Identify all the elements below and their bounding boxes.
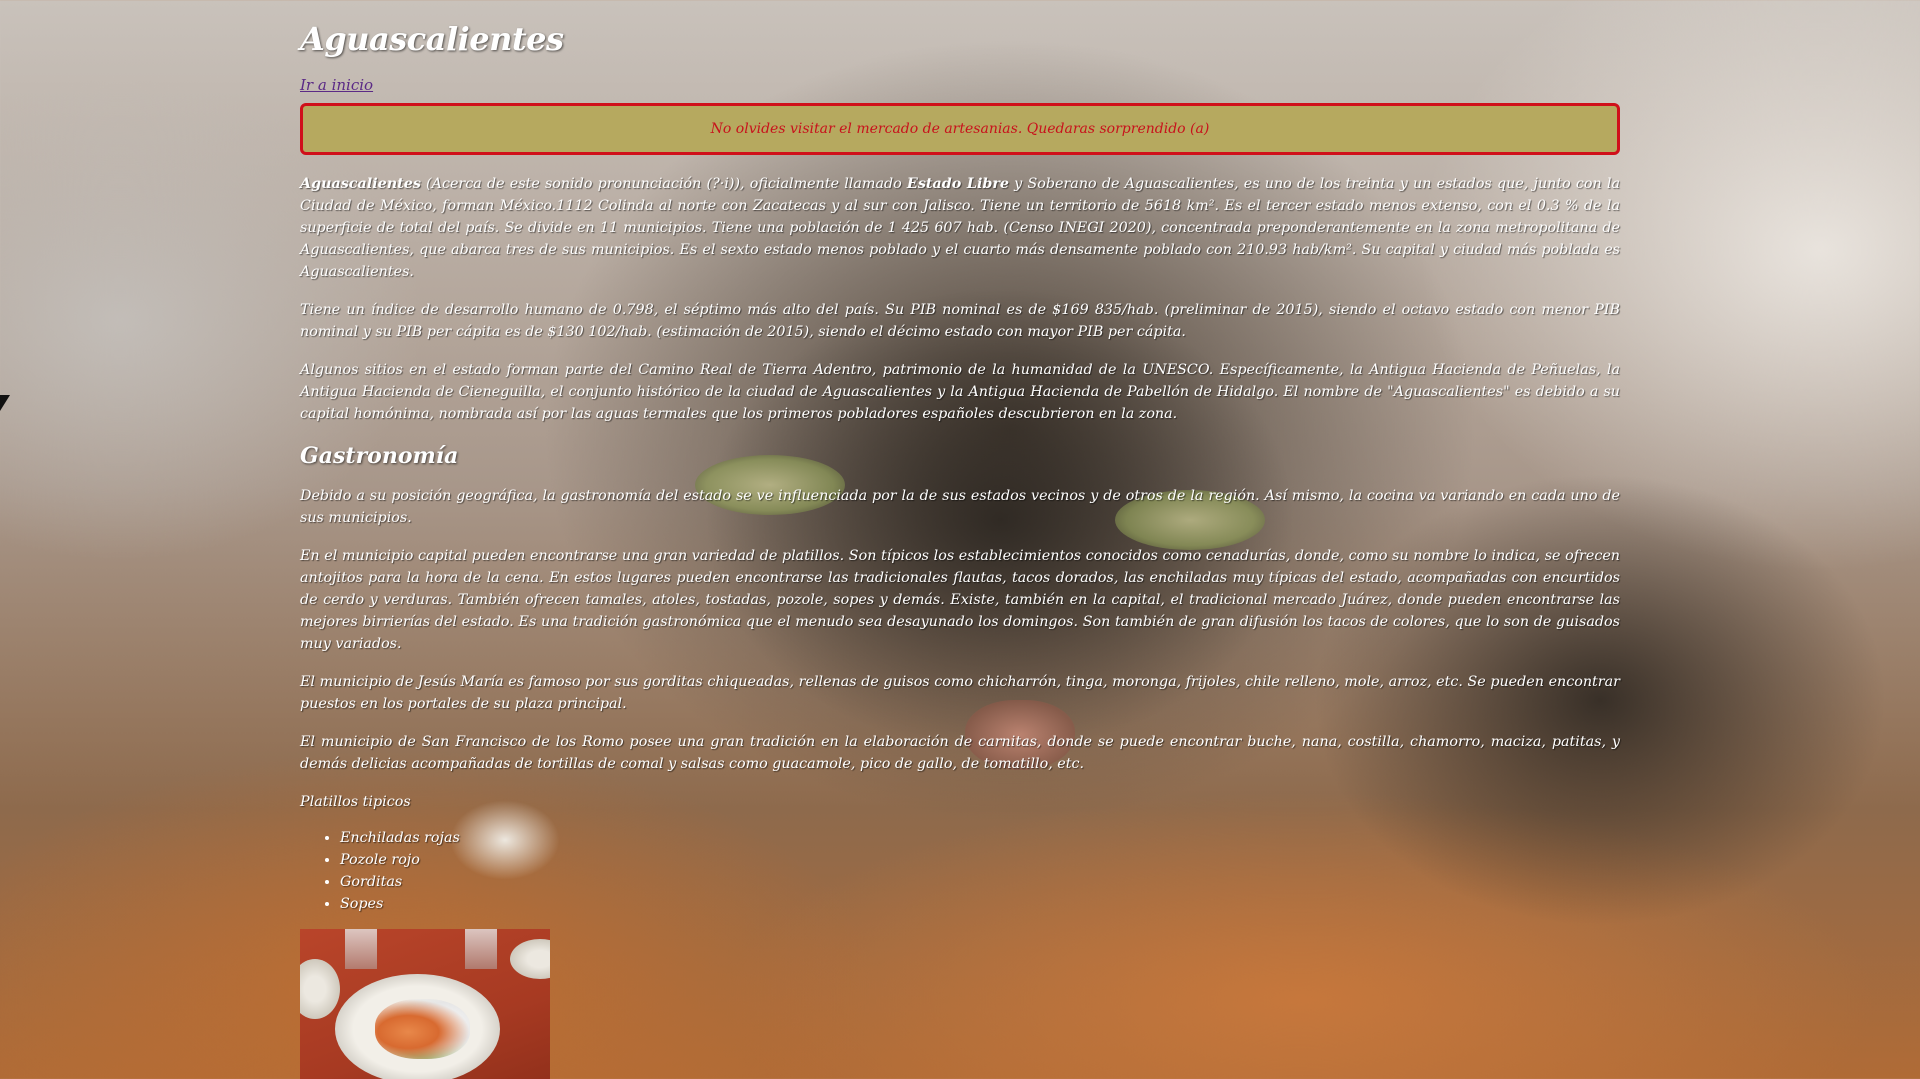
dish-photo xyxy=(300,929,550,1079)
platillos-list: Enchiladas rojas Pozole rojo Gorditas So… xyxy=(300,827,1620,915)
page-title: Aguascalientes xyxy=(300,20,564,58)
gastronomia-paragraph-3: El municipio de Jesús María es famoso po… xyxy=(300,674,1620,712)
glass-shape xyxy=(465,929,497,969)
mouse-cursor-icon xyxy=(0,395,10,411)
gastronomia-paragraph-2: En el municipio capital pueden encontrar… xyxy=(300,548,1620,652)
alert-banner: No olvides visitar el mercado de artesan… xyxy=(300,103,1620,155)
intro-paragraph-3: Algunos sitios en el estado forman parte… xyxy=(300,362,1620,422)
list-item: Pozole rojo xyxy=(340,849,1620,871)
list-item: Sopes xyxy=(340,893,1620,915)
home-link[interactable]: Ir a inicio xyxy=(300,76,373,94)
gastronomia-paragraph-1: Debido a su posición geográfica, la gast… xyxy=(300,488,1620,526)
list-item: Enchiladas rojas xyxy=(340,827,1620,849)
side-plate-shape xyxy=(510,939,550,979)
food-shape xyxy=(375,999,470,1059)
main-content: Aguascalientes Ir a inicio No olvides vi… xyxy=(300,0,1620,1079)
gastronomia-paragraph-4: El municipio de San Francisco de los Rom… xyxy=(300,734,1620,772)
list-item: Gorditas xyxy=(340,871,1620,893)
intro-text-1: (Acerca de este sonido pronunciación (?·… xyxy=(420,176,907,192)
side-plate-shape xyxy=(300,959,340,1019)
intro-paragraph-1: Aguascalientes (Acerca de este sonido pr… xyxy=(300,173,1620,283)
alert-text: No olvides visitar el mercado de artesan… xyxy=(710,121,1210,137)
gastronomia-heading: Gastronomía xyxy=(300,443,459,469)
intro-bold-name: Aguascalientes xyxy=(300,176,421,192)
glass-shape xyxy=(345,929,377,969)
platillos-title: Platillos tipicos xyxy=(300,794,411,810)
intro-paragraph-2: Tiene un índice de desarrollo humano de … xyxy=(300,302,1620,340)
intro-bold-estado: Estado Libre xyxy=(906,176,1009,192)
